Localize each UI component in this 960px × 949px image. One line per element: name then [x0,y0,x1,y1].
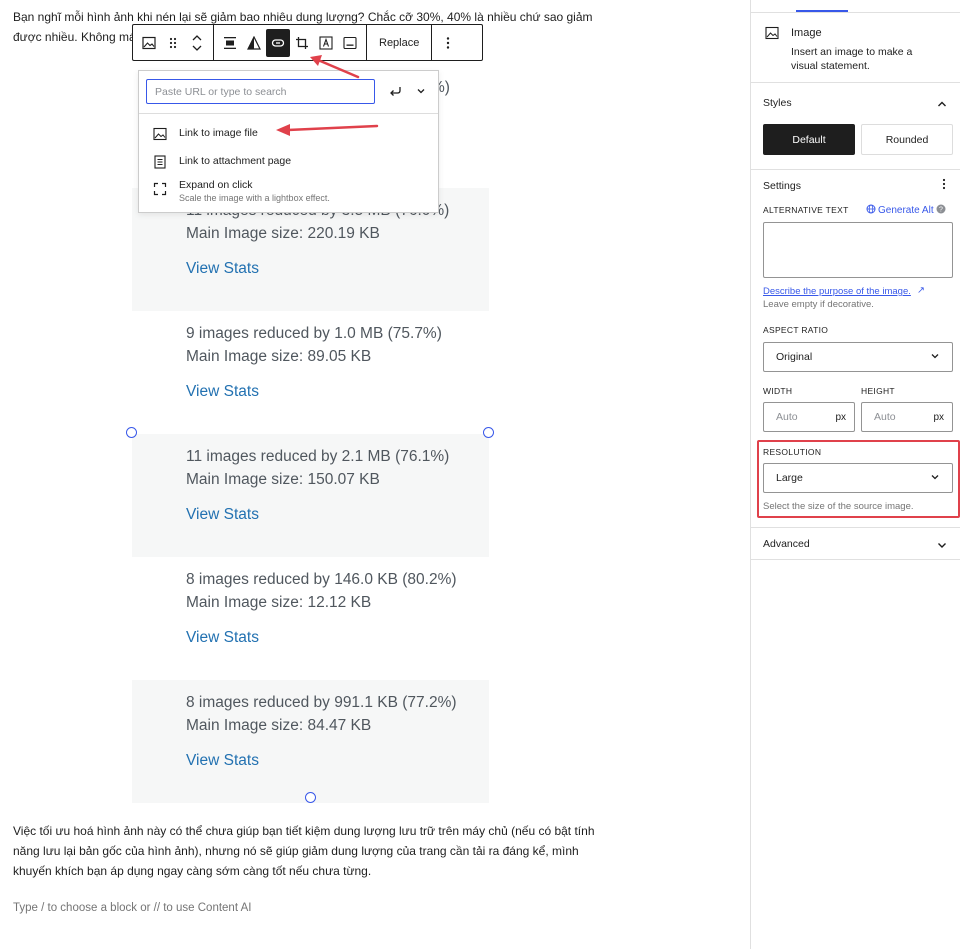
describe-image-link[interactable]: Describe the purpose of the image. [763,286,911,297]
block-card-title: Image [791,27,822,39]
height-unit: px [933,411,944,423]
height-input[interactable]: Auto px [861,402,953,432]
more-options-icon[interactable] [942,178,946,193]
stat-main-size: Main Image size: 89.05 KB [186,348,372,365]
width-unit: px [835,411,846,423]
view-stats-link[interactable]: View Stats [186,629,259,647]
drag-handle-icon[interactable] [161,29,185,57]
stat-main-size: Main Image size: 220.19 KB [186,225,380,242]
link-popover: Link to image file Link to attachment pa… [138,70,439,213]
stat-summary: 8 images reduced by 991.1 KB (77.2%) [186,694,457,711]
view-stats-link[interactable]: View Stats [186,752,259,770]
resolution-help-text: Select the size of the source image. [763,501,914,512]
resolution-select[interactable]: Large [763,463,953,493]
external-link-icon: ↗ [917,285,925,296]
panel-divider [751,169,960,170]
stat-row: 9 images reduced by 1.0 MB (75.7%) Main … [132,311,489,434]
chevron-up-icon[interactable] [936,97,948,109]
alt-help-text: Leave empty if decorative. [763,299,874,310]
advanced-panel-title[interactable]: Advanced [763,538,810,550]
link-url-input[interactable] [146,79,375,104]
duotone-icon[interactable] [242,29,266,57]
width-placeholder: Auto [776,411,798,423]
stat-main-size: Main Image size: 84.47 KB [186,717,372,734]
style-default-button[interactable]: Default [763,124,855,155]
crop-icon[interactable] [290,29,314,57]
resolution-value: Large [776,472,803,484]
resize-handle-left[interactable] [126,427,137,438]
link-option-label: Expand on click [179,179,253,191]
block-toolbar: Replace [132,24,483,61]
settings-sidebar: Image Insert an image to make a visual s… [750,0,960,949]
link-option-label: Link to image file [179,127,258,139]
height-placeholder: Auto [874,411,896,423]
move-up-down-icon[interactable] [185,29,209,57]
settings-panel-title[interactable]: Settings [763,180,801,192]
chevron-down-icon[interactable] [936,538,948,550]
replace-button[interactable]: Replace [371,29,427,57]
ai-globe-icon [866,204,876,217]
alt-text-label: ALTERNATIVE TEXT [763,205,849,215]
stat-summary: 8 images reduced by 146.0 KB (80.2%) [186,571,457,588]
panel-divider [751,559,960,560]
stat-summary: 9 images reduced by 1.0 MB (75.7%) [186,325,442,342]
stat-summary: 11 images reduced by 2.1 MB (76.1%) [186,448,450,465]
aspect-ratio-label: ASPECT RATIO [763,325,829,335]
block-card: Image Insert an image to make a visual s… [751,13,960,83]
image-icon[interactable] [137,29,161,57]
image-icon [765,26,779,40]
popover-divider [139,113,438,114]
view-stats-link[interactable]: View Stats [186,383,259,401]
aspect-ratio-select[interactable]: Original [763,342,953,372]
text-overlay-icon[interactable] [314,29,338,57]
link-option-expand-on-click[interactable]: Expand on click Scale the image with a l… [139,174,438,208]
width-label: WIDTH [763,386,793,396]
svg-text:?: ? [939,207,943,214]
chevron-down-icon[interactable] [411,81,431,101]
aspect-ratio-value: Original [776,351,813,363]
block-card-description: Insert an image to make a visual stateme… [791,46,913,72]
stat-main-size: Main Image size: 150.07 KB [186,471,380,488]
page-icon [153,155,167,169]
caption-icon[interactable] [338,29,362,57]
help-icon[interactable]: ? [936,204,946,217]
stat-row: 8 images reduced by 146.0 KB (80.2%) Mai… [132,557,489,680]
style-rounded-button[interactable]: Rounded [861,124,953,155]
block-appender-placeholder[interactable]: Type / to choose a block or // to use Co… [13,902,251,914]
link-option-image-file[interactable]: Link to image file [139,122,438,148]
stat-main-size: Main Image size: 12.12 KB [186,594,372,611]
chevron-down-icon [930,351,940,364]
toolbar-group-block [133,25,214,60]
view-stats-link[interactable]: View Stats [186,506,259,524]
align-icon[interactable] [218,29,242,57]
view-stats-link[interactable]: View Stats [186,260,259,278]
link-option-sublabel: Scale the image with a lightbox effect. [179,193,330,203]
fullscreen-icon [153,182,167,196]
toolbar-group-replace: Replace [367,25,433,60]
styles-panel-title[interactable]: Styles [763,97,792,109]
resize-handle-right[interactable] [483,427,494,438]
toolbar-group-more [432,25,464,60]
height-label: HEIGHT [861,386,895,396]
more-options-icon[interactable] [436,29,460,57]
generate-alt-label: Generate Alt [878,205,934,216]
toolbar-group-tools [214,25,367,60]
paragraph-block-bottom[interactable]: Việc tối ưu hoá hình ảnh này có thể chưa… [13,821,613,881]
link-option-label: Link to attachment page [179,155,292,167]
generate-alt-button[interactable]: Generate Alt ? [866,204,946,217]
image-icon [153,127,167,141]
chevron-down-icon [930,472,940,485]
resize-handle-bottom[interactable] [305,792,316,803]
stat-row: 11 images reduced by 2.1 MB (76.1%) Main… [132,434,489,557]
editor-canvas: Bạn nghĩ mỗi hình ảnh khi nén lại sẽ giả… [0,0,750,949]
panel-divider [751,527,960,528]
stat-row: 8 images reduced by 991.1 KB (77.2%) Mai… [132,680,489,803]
width-input[interactable]: Auto px [763,402,855,432]
link-icon[interactable] [266,28,290,57]
alt-text-input[interactable] [763,222,953,278]
link-option-attachment-page[interactable]: Link to attachment page [139,150,438,176]
submit-link-icon[interactable] [385,81,405,101]
resolution-label: RESOLUTION [763,447,822,457]
